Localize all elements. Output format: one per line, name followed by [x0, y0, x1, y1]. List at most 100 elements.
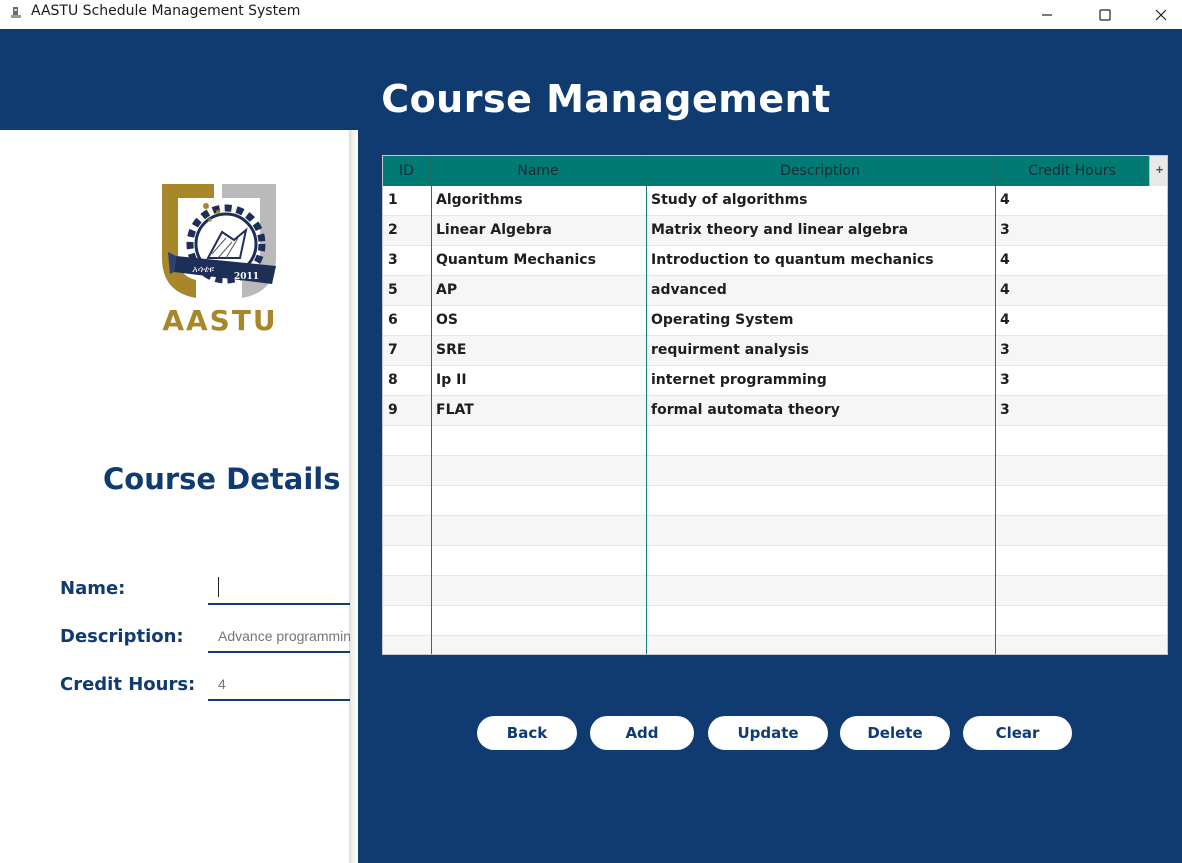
cell-credit-hours: 3 — [1000, 222, 1010, 238]
credit-hours-label: Credit Hours: — [60, 674, 196, 695]
column-header-name[interactable]: Name — [431, 156, 646, 186]
column-header-description[interactable]: Description — [646, 156, 995, 186]
cell-credit-hours — [995, 516, 1167, 546]
cell-description: Study of algorithms — [651, 192, 808, 208]
course-table[interactable]: ID Name Description Credit Hours + 1 Algo… — [382, 155, 1168, 655]
panel-divider — [349, 130, 358, 863]
cell-description: Introduction to quantum mechanics — [651, 252, 934, 268]
delete-button[interactable]: Delete — [840, 716, 950, 750]
description-field[interactable] — [208, 621, 350, 653]
minimize-button[interactable] — [1018, 0, 1076, 29]
column-divider — [646, 186, 647, 654]
cell-id: 2 — [388, 222, 398, 238]
name-field[interactable] — [208, 573, 350, 605]
cell-id: 8 — [388, 372, 398, 388]
empty-table-row[interactable] — [383, 456, 1167, 486]
cell-name — [431, 636, 646, 654]
cell-credit-hours — [995, 486, 1167, 516]
cell-credit-hours — [995, 576, 1167, 606]
table-header: ID Name Description Credit Hours + — [383, 156, 1167, 186]
empty-table-row[interactable] — [383, 636, 1167, 654]
cell-name: Algorithms — [436, 192, 523, 208]
page-title: Course Management — [381, 77, 831, 121]
cell-credit-hours: 3 — [1000, 402, 1010, 418]
table-row[interactable]: 7 SRE requirment analysis 3 — [383, 336, 1167, 366]
table-row[interactable]: 9 FLAT formal automata theory 3 — [383, 396, 1167, 426]
cell-name — [431, 576, 646, 606]
column-divider — [431, 186, 432, 654]
cell-id — [383, 636, 431, 654]
empty-table-row[interactable] — [383, 486, 1167, 516]
table-row[interactable]: 2 Linear Algebra Matrix theory and linear … — [383, 216, 1167, 246]
cell-name: FLAT — [436, 402, 474, 418]
cell-name — [431, 456, 646, 486]
cell-id — [383, 456, 431, 486]
empty-table-row[interactable] — [383, 576, 1167, 606]
logo-script-text: አሳቴዩ — [192, 265, 215, 275]
empty-table-row[interactable] — [383, 516, 1167, 546]
cell-credit-hours — [995, 546, 1167, 576]
cell-credit-hours: 4 — [1000, 252, 1010, 268]
cell-name — [431, 516, 646, 546]
empty-table-row[interactable] — [383, 426, 1167, 456]
cell-description: Operating System — [651, 312, 794, 328]
column-header-id[interactable]: ID — [383, 156, 431, 186]
logo-year: 2011 — [234, 272, 259, 282]
cell-id — [383, 606, 431, 636]
cell-id: 1 — [388, 192, 398, 208]
cell-name — [431, 426, 646, 456]
table-row[interactable]: 6 OS Operating System 4 — [383, 306, 1167, 336]
credit-hours-field[interactable] — [208, 669, 350, 701]
table-row[interactable]: 3 Quantum Mechanics Introduction to quantu… — [383, 246, 1167, 276]
cell-name — [431, 546, 646, 576]
table-corner-plus-icon[interactable]: + — [1149, 156, 1167, 186]
cell-description — [646, 516, 995, 546]
clear-button[interactable]: Clear — [963, 716, 1072, 750]
name-label: Name: — [60, 578, 126, 599]
window-title: AASTU Schedule Management System — [31, 3, 301, 19]
cell-name: AP — [436, 282, 458, 298]
table-row[interactable]: 1 Algorithms Study of algorithms 4 — [383, 186, 1167, 216]
table-row[interactable]: 8 Ip II internet programming 3 — [383, 366, 1167, 396]
window-titlebar: AASTU Schedule Management System — [0, 0, 1182, 29]
maximize-icon — [1099, 8, 1111, 21]
cell-credit-hours — [995, 456, 1167, 486]
maximize-button[interactable] — [1076, 0, 1134, 29]
back-button[interactable]: Back — [477, 716, 577, 750]
cell-description: formal automata theory — [651, 402, 840, 418]
cell-name — [431, 486, 646, 516]
add-button[interactable]: Add — [590, 716, 694, 750]
cell-id: 7 — [388, 342, 398, 358]
cell-id: 5 — [388, 282, 398, 298]
close-button[interactable] — [1132, 0, 1182, 29]
cell-description — [646, 426, 995, 456]
course-details-title: Course Details — [103, 462, 341, 496]
close-icon — [1155, 9, 1167, 20]
empty-table-row[interactable] — [383, 606, 1167, 636]
column-header-credit-hours[interactable]: Credit Hours — [995, 156, 1149, 186]
cell-credit-hours: 3 — [1000, 342, 1010, 358]
cell-description: requirment analysis — [651, 342, 809, 358]
update-button[interactable]: Update — [708, 716, 828, 750]
cell-id — [383, 486, 431, 516]
text-caret — [218, 577, 219, 597]
cell-name: OS — [436, 312, 458, 328]
description-label: Description: — [60, 626, 184, 647]
cell-description — [646, 456, 995, 486]
cell-credit-hours: 4 — [1000, 282, 1010, 298]
cell-description — [646, 636, 995, 654]
cell-credit-hours — [995, 426, 1167, 456]
cell-name: Quantum Mechanics — [436, 252, 596, 268]
cell-id — [383, 426, 431, 456]
table-row[interactable]: 5 AP advanced 4 — [383, 276, 1167, 306]
app-icon — [11, 7, 21, 18]
cell-description: internet programming — [651, 372, 827, 388]
cell-id — [383, 516, 431, 546]
cell-id: 9 — [388, 402, 398, 418]
empty-table-row[interactable] — [383, 546, 1167, 576]
cell-credit-hours: 4 — [1000, 312, 1010, 328]
cell-name — [431, 606, 646, 636]
header-band: Course Management — [0, 29, 1182, 130]
column-divider — [995, 186, 996, 654]
cell-name: SRE — [436, 342, 467, 358]
